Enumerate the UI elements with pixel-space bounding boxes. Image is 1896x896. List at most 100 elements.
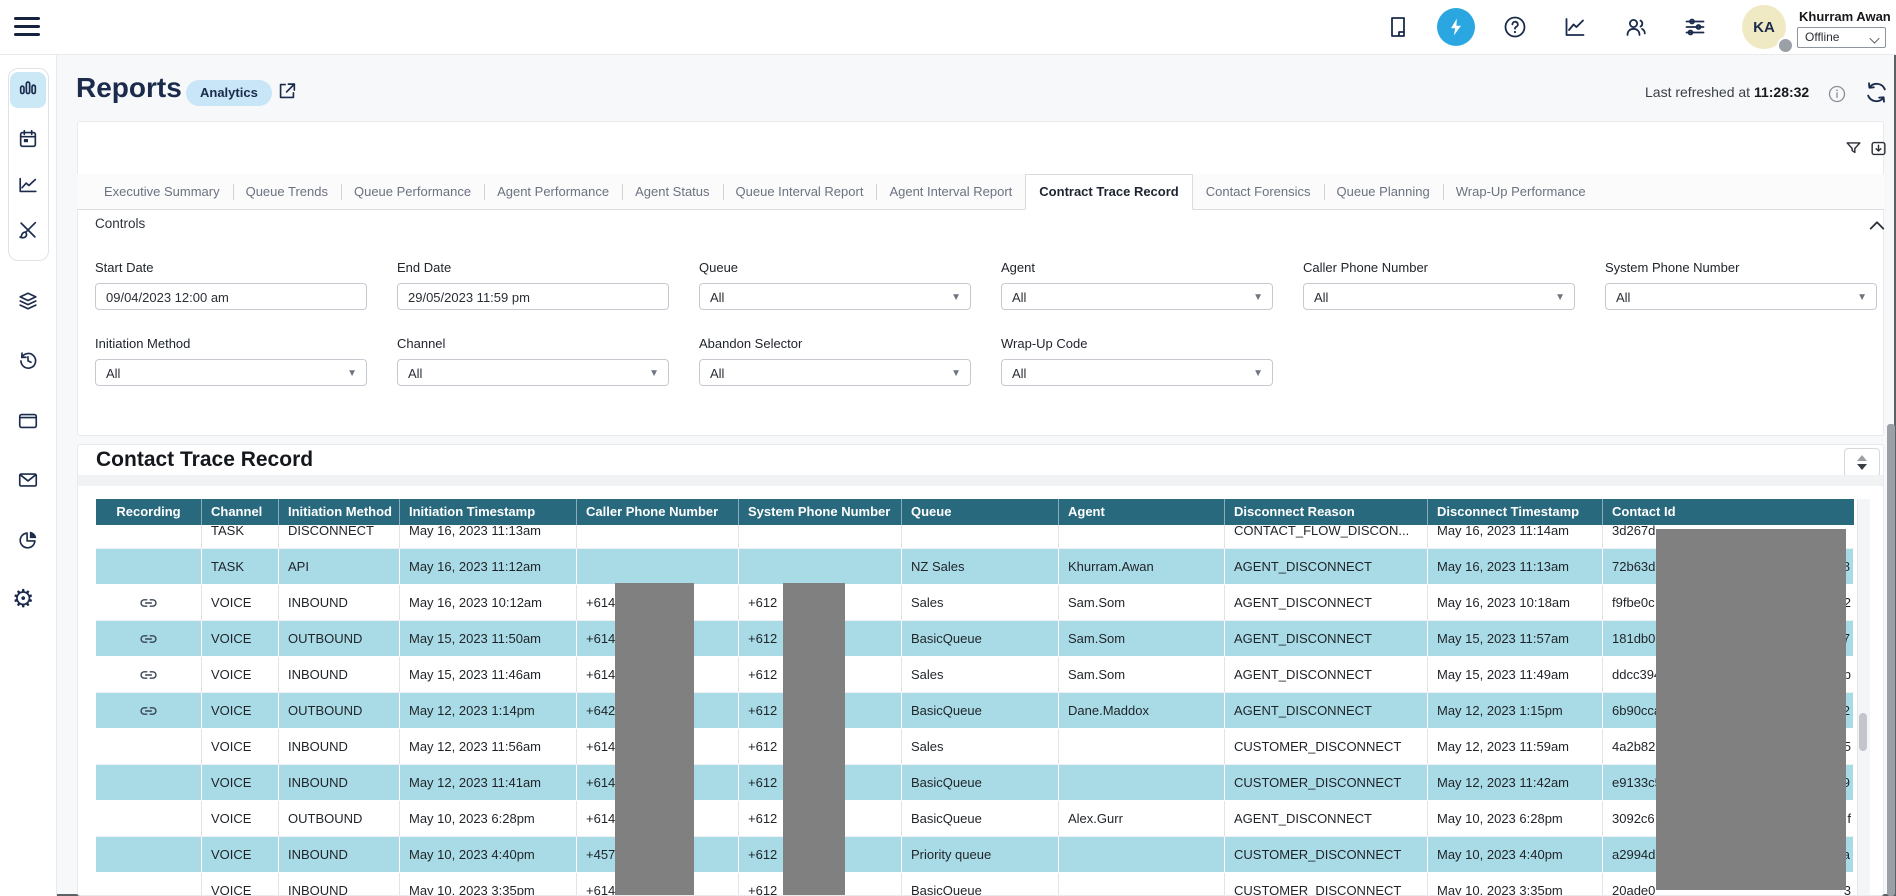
calendar-icon[interactable] [17,128,39,150]
tab-queue-performance[interactable]: Queue Performance [341,174,484,209]
cell-queue: BasicQueue [902,765,1059,800]
refresh-icon[interactable] [1864,80,1889,105]
column-header-channel[interactable]: Channel [202,499,279,525]
cell-disconnect-reason: AGENT_DISCONNECT [1225,549,1428,584]
cell-caller-phone [577,549,739,584]
redaction-box-caller [615,583,694,896]
controls-title: Controls [95,216,145,231]
filter-select-initiation-method[interactable]: All▼ [95,359,367,386]
notes-icon[interactable] [1386,15,1410,39]
info-icon[interactable] [1828,85,1846,103]
table-row[interactable]: VOICEOUTBOUNDMay 15, 2023 11:50am+614+61… [96,621,1854,657]
tab-queue-trends[interactable]: Queue Trends [233,174,341,209]
table-row[interactable]: VOICEINBOUNDMay 15, 2023 11:46am+614+612… [96,657,1854,693]
table-row[interactable]: VOICEOUTBOUNDMay 12, 2023 1:14pm+642+612… [96,693,1854,729]
recording-link-icon[interactable] [140,668,157,682]
cell-initiation-timestamp: May 15, 2023 11:46am [400,657,577,692]
chevron-down-icon: ▼ [951,284,961,311]
column-header-system-phone-number[interactable]: System Phone Number [739,499,902,525]
column-header-recording[interactable]: Recording [96,499,202,525]
cell-queue: BasicQueue [902,621,1059,656]
cell-initiation-timestamp: May 12, 2023 1:14pm [400,693,577,728]
filter-label: System Phone Number [1605,260,1877,275]
recording-link-icon[interactable] [140,632,157,646]
filter-select-channel[interactable]: All▼ [397,359,669,386]
cell-agent [1059,837,1225,872]
page-scrollbar[interactable] [1887,424,1895,896]
line-chart-icon[interactable] [17,174,39,196]
cell-disconnect-reason: CONTACT_FLOW_DISCON... [1225,525,1428,548]
filter-label: End Date [397,260,669,275]
users-icon[interactable] [1624,15,1648,39]
filter-select-agent[interactable]: All▼ [1001,283,1273,310]
filter-select-wrap-up-code[interactable]: All▼ [1001,359,1273,386]
external-link-icon[interactable] [276,80,298,102]
cell-channel: VOICE [202,585,279,620]
chevron-down-icon [1869,33,1879,43]
cell-channel: TASK [202,525,279,548]
sliders-icon[interactable] [1683,15,1707,39]
cell-disconnect-timestamp: May 16, 2023 11:14am [1428,525,1603,548]
table-row[interactable]: VOICEINBOUNDMay 10, 2023 3:35pm+614+612B… [96,873,1854,896]
column-header-queue[interactable]: Queue [902,499,1059,525]
table-row[interactable]: VOICEINBOUNDMay 10, 2023 4:40pm+457+612P… [96,837,1854,873]
menu-icon[interactable] [14,17,40,37]
layers-icon[interactable] [17,290,39,312]
filter-select-caller-phone-number[interactable]: All▼ [1303,283,1575,310]
column-header-disconnect-timestamp[interactable]: Disconnect Timestamp [1428,499,1603,525]
pie-chart-icon[interactable] [17,529,39,551]
filter-input-end-date[interactable]: 29/05/2023 11:59 pm [397,283,669,310]
row-spinner[interactable] [1844,448,1880,477]
tab-queue-interval-report[interactable]: Queue Interval Report [723,174,877,209]
filter-input-start-date[interactable]: 09/04/2023 12:00 am [95,283,367,310]
tab-agent-interval-report[interactable]: Agent Interval Report [876,174,1025,209]
cell-disconnect-timestamp: May 15, 2023 11:49am [1428,657,1603,692]
table-row[interactable]: VOICEINBOUNDMay 12, 2023 11:56am+614+612… [96,729,1854,765]
filter-system-phone-number: System Phone Number All▼ [1605,260,1877,310]
column-header-contact-id[interactable]: Contact Id [1603,499,1854,525]
tab-executive-summary[interactable]: Executive Summary [91,174,233,209]
column-header-initiation-method[interactable]: Initiation Method [279,499,400,525]
table-row[interactable]: TASKAPIMay 16, 2023 11:12amNZ SalesKhurr… [96,549,1854,585]
table-row[interactable]: VOICEINBOUNDMay 16, 2023 10:12am+614+612… [96,585,1854,621]
cell-agent [1059,729,1225,764]
recording-link-icon[interactable] [140,596,157,610]
filter-select-system-phone-number[interactable]: All▼ [1605,283,1877,310]
window-icon[interactable] [17,410,39,432]
table-row[interactable]: VOICEINBOUNDMay 12, 2023 11:41am+614+612… [96,765,1854,801]
gear-icon[interactable]: ⚙ [12,587,34,612]
filter-icon[interactable] [1844,139,1863,158]
bar-chart-icon[interactable] [17,77,39,99]
spinner-down-icon[interactable] [1857,464,1867,470]
filter-select-queue[interactable]: All▼ [699,283,971,310]
column-header-agent[interactable]: Agent [1059,499,1225,525]
column-header-initiation-timestamp[interactable]: Initiation Timestamp [400,499,577,525]
tab-agent-performance[interactable]: Agent Performance [484,174,622,209]
column-header-caller-phone-number[interactable]: Caller Phone Number [577,499,739,525]
filter-select-abandon-selector[interactable]: All▼ [699,359,971,386]
table-row[interactable]: TASKDISCONNECTMay 16, 2023 11:13amCONTAC… [96,525,1854,549]
brush-icon[interactable] [17,219,39,241]
tab-contract-trace-record[interactable]: Contract Trace Record [1025,174,1192,210]
table-scrollbar-track[interactable] [1857,499,1870,896]
table-row[interactable]: VOICEOUTBOUNDMay 10, 2023 6:28pm+614+612… [96,801,1854,837]
tab-contact-forensics[interactable]: Contact Forensics [1193,174,1324,209]
history-icon[interactable] [17,349,39,371]
status-select[interactable]: Offline [1797,27,1886,48]
flash-icon[interactable] [1437,8,1475,46]
download-icon[interactable] [1869,139,1888,158]
column-header-disconnect-reason[interactable]: Disconnect Reason [1225,499,1428,525]
table-scrollbar-thumb[interactable] [1859,713,1867,751]
tab-agent-status[interactable]: Agent Status [622,174,722,209]
help-icon[interactable] [1503,15,1527,39]
recording-link-icon[interactable] [140,704,157,718]
cell-initiation-method: OUTBOUND [279,801,400,836]
tab-wrap-up-performance[interactable]: Wrap-Up Performance [1443,174,1599,209]
tab-queue-planning[interactable]: Queue Planning [1324,174,1443,209]
cell-queue: Priority queue [902,837,1059,872]
spinner-up-icon[interactable] [1857,455,1867,461]
metrics-icon[interactable] [1563,15,1587,39]
mail-icon[interactable] [17,469,39,491]
chevron-up-icon[interactable] [1868,218,1886,232]
cell-disconnect-timestamp: May 15, 2023 11:57am [1428,621,1603,656]
